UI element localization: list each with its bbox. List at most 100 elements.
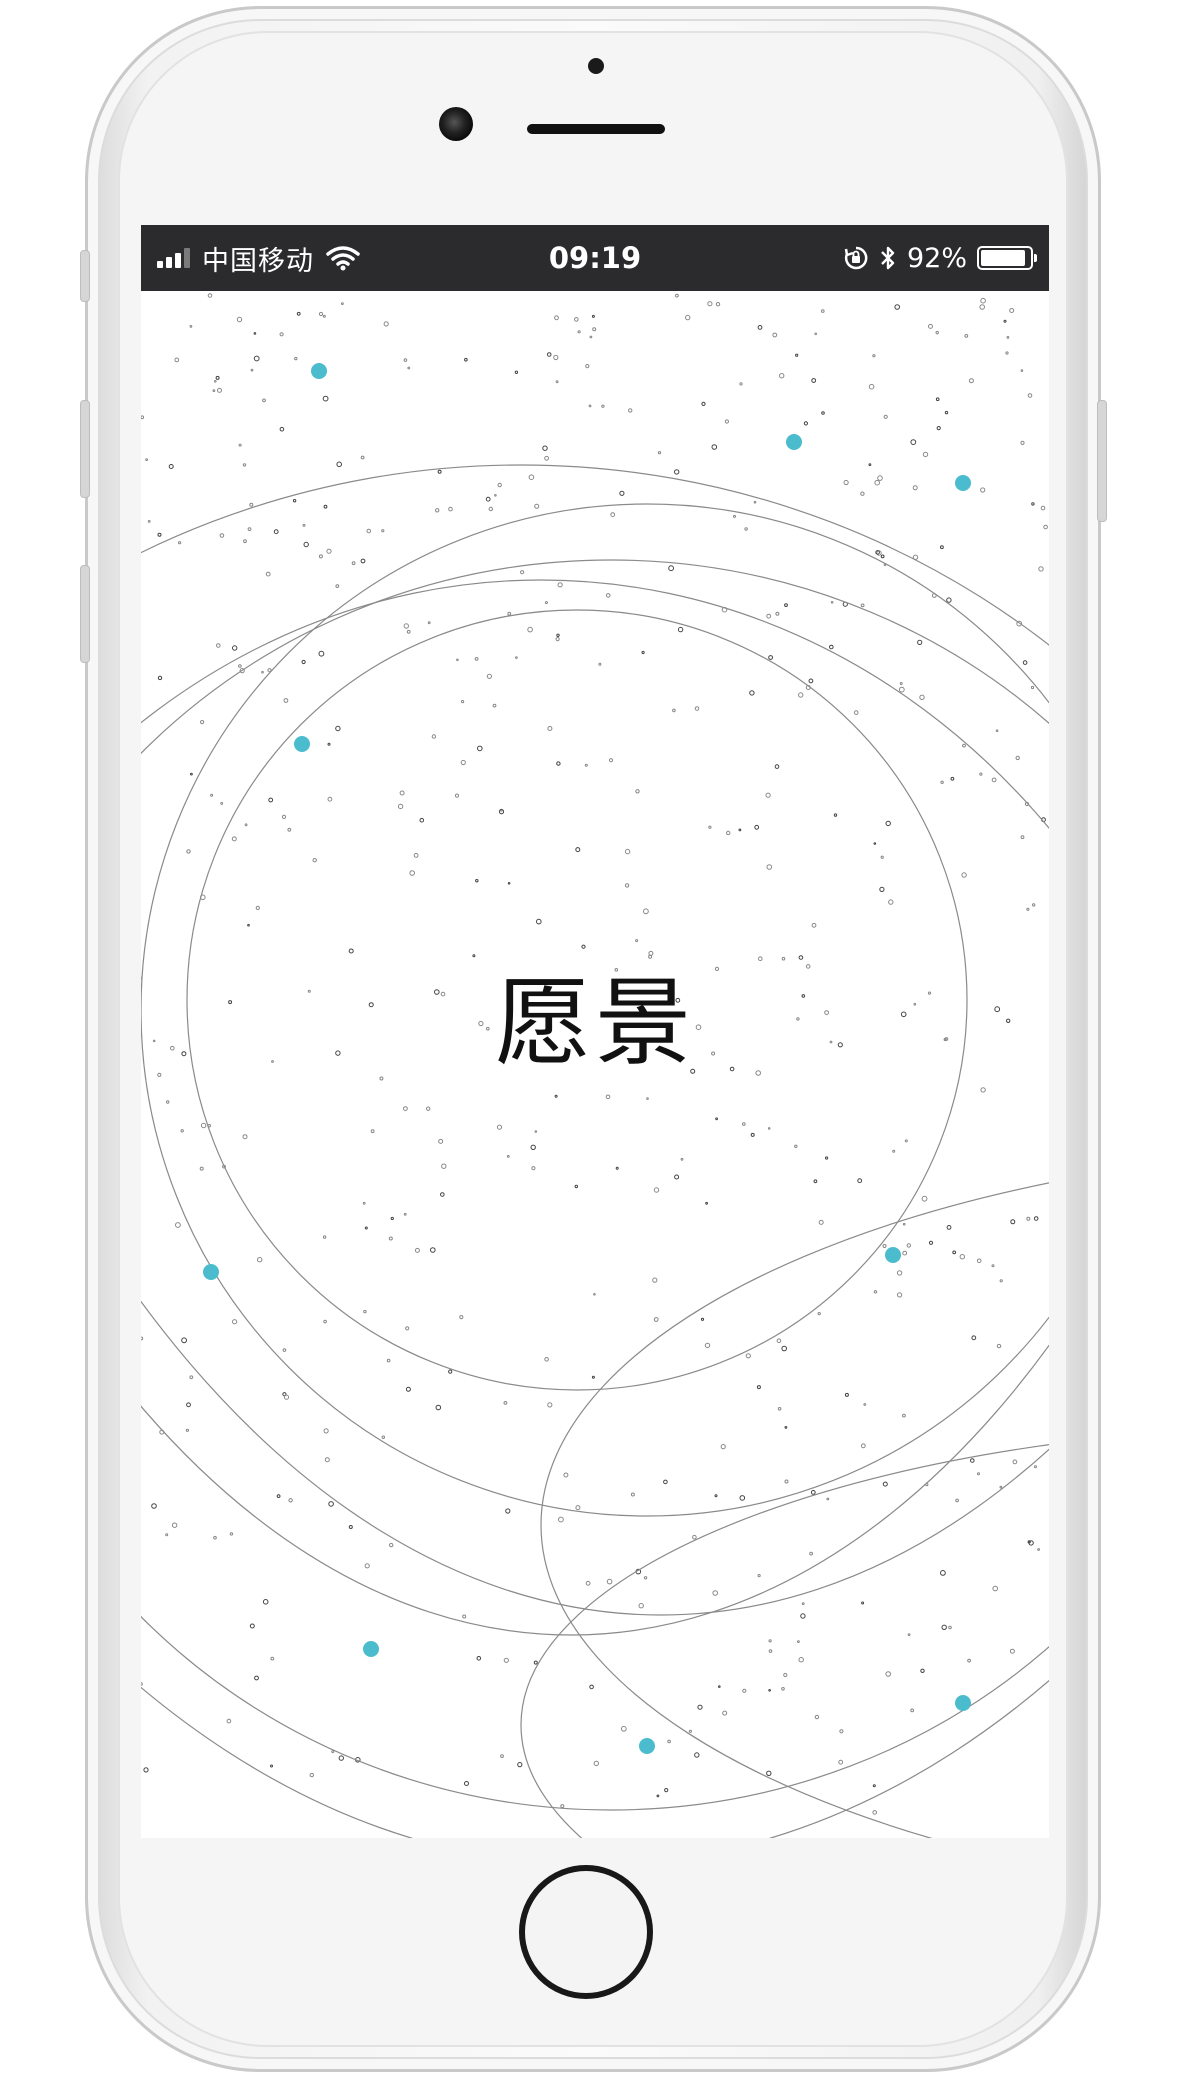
speck	[236, 316, 243, 323]
speck	[360, 558, 366, 564]
speck	[757, 325, 763, 330]
speck	[910, 1708, 915, 1713]
speck	[919, 694, 925, 700]
speck	[694, 706, 700, 711]
speck	[165, 1533, 169, 1537]
speck	[575, 1505, 581, 1511]
speck	[883, 414, 888, 419]
speck	[971, 1335, 977, 1341]
speck	[186, 849, 191, 854]
speck	[270, 1764, 273, 1768]
speck	[992, 1585, 999, 1592]
speck	[435, 508, 440, 513]
speck	[180, 1129, 184, 1133]
speck	[312, 858, 317, 863]
speck	[860, 603, 865, 608]
speck	[175, 1222, 181, 1228]
power-button	[1097, 400, 1107, 522]
speck	[999, 1485, 1003, 1489]
speck	[282, 1348, 287, 1352]
speck	[829, 644, 834, 650]
speck	[794, 1144, 798, 1148]
speck	[839, 1729, 844, 1734]
speck	[456, 658, 459, 662]
speck	[335, 584, 340, 589]
speck	[999, 1279, 1003, 1283]
speck	[715, 1117, 718, 1121]
speck	[781, 1687, 785, 1691]
speck	[474, 657, 479, 661]
speck	[430, 1247, 436, 1253]
speck	[904, 1139, 908, 1143]
speck	[879, 886, 885, 893]
speck	[441, 1163, 447, 1169]
speck	[186, 1402, 191, 1408]
speck	[724, 419, 730, 424]
speck	[141, 415, 145, 420]
speck	[283, 1394, 290, 1400]
speck	[438, 1138, 444, 1144]
speck	[448, 506, 453, 512]
speck	[754, 824, 760, 830]
speck	[262, 398, 266, 403]
speck	[643, 1576, 648, 1580]
speck	[615, 1166, 619, 1170]
speck	[405, 1326, 410, 1331]
speck	[588, 404, 592, 408]
speck	[1009, 308, 1015, 313]
speck	[712, 1590, 719, 1596]
speck	[534, 1130, 538, 1133]
speck	[1003, 319, 1007, 323]
speck	[630, 1492, 635, 1497]
speck	[635, 939, 639, 943]
speck	[268, 797, 274, 803]
orbit-ring	[540, 1182, 1049, 1838]
speck	[624, 848, 631, 855]
orbit-ring	[141, 579, 1049, 830]
speck	[674, 469, 680, 475]
speck	[419, 817, 425, 823]
speck	[739, 1495, 746, 1501]
speck	[476, 1656, 482, 1661]
speck	[821, 309, 825, 313]
speck	[959, 1254, 965, 1260]
speck	[781, 1345, 788, 1352]
speck	[475, 879, 479, 883]
speck	[323, 504, 328, 509]
orbit-node	[885, 1247, 901, 1263]
speck	[574, 1184, 578, 1189]
speck	[261, 670, 264, 674]
earpiece-speaker	[527, 124, 665, 134]
speck	[940, 1570, 946, 1576]
home-button[interactable]	[519, 1865, 653, 1999]
speck	[215, 375, 220, 380]
speck	[784, 1426, 788, 1429]
speck	[707, 301, 713, 307]
speck	[652, 1277, 658, 1283]
speck	[309, 1772, 315, 1778]
speck	[477, 745, 483, 752]
speck	[964, 334, 969, 338]
speck	[488, 506, 493, 512]
speck	[558, 1516, 564, 1523]
speck	[928, 323, 933, 329]
speck	[772, 332, 778, 338]
speck	[414, 1247, 420, 1253]
speck	[688, 1729, 693, 1733]
speck	[803, 421, 809, 426]
volume-down-button	[80, 565, 90, 663]
speck	[530, 1144, 536, 1150]
speck	[546, 352, 552, 357]
speck	[498, 809, 505, 815]
speck	[1015, 755, 1020, 761]
speck	[797, 1640, 800, 1643]
speck	[381, 529, 385, 533]
speck	[635, 789, 640, 794]
speck	[210, 793, 214, 797]
speck	[899, 682, 903, 685]
speck	[143, 1767, 149, 1773]
speck	[279, 332, 284, 337]
speck	[556, 633, 560, 637]
speck	[589, 335, 593, 339]
speck	[189, 1375, 194, 1380]
